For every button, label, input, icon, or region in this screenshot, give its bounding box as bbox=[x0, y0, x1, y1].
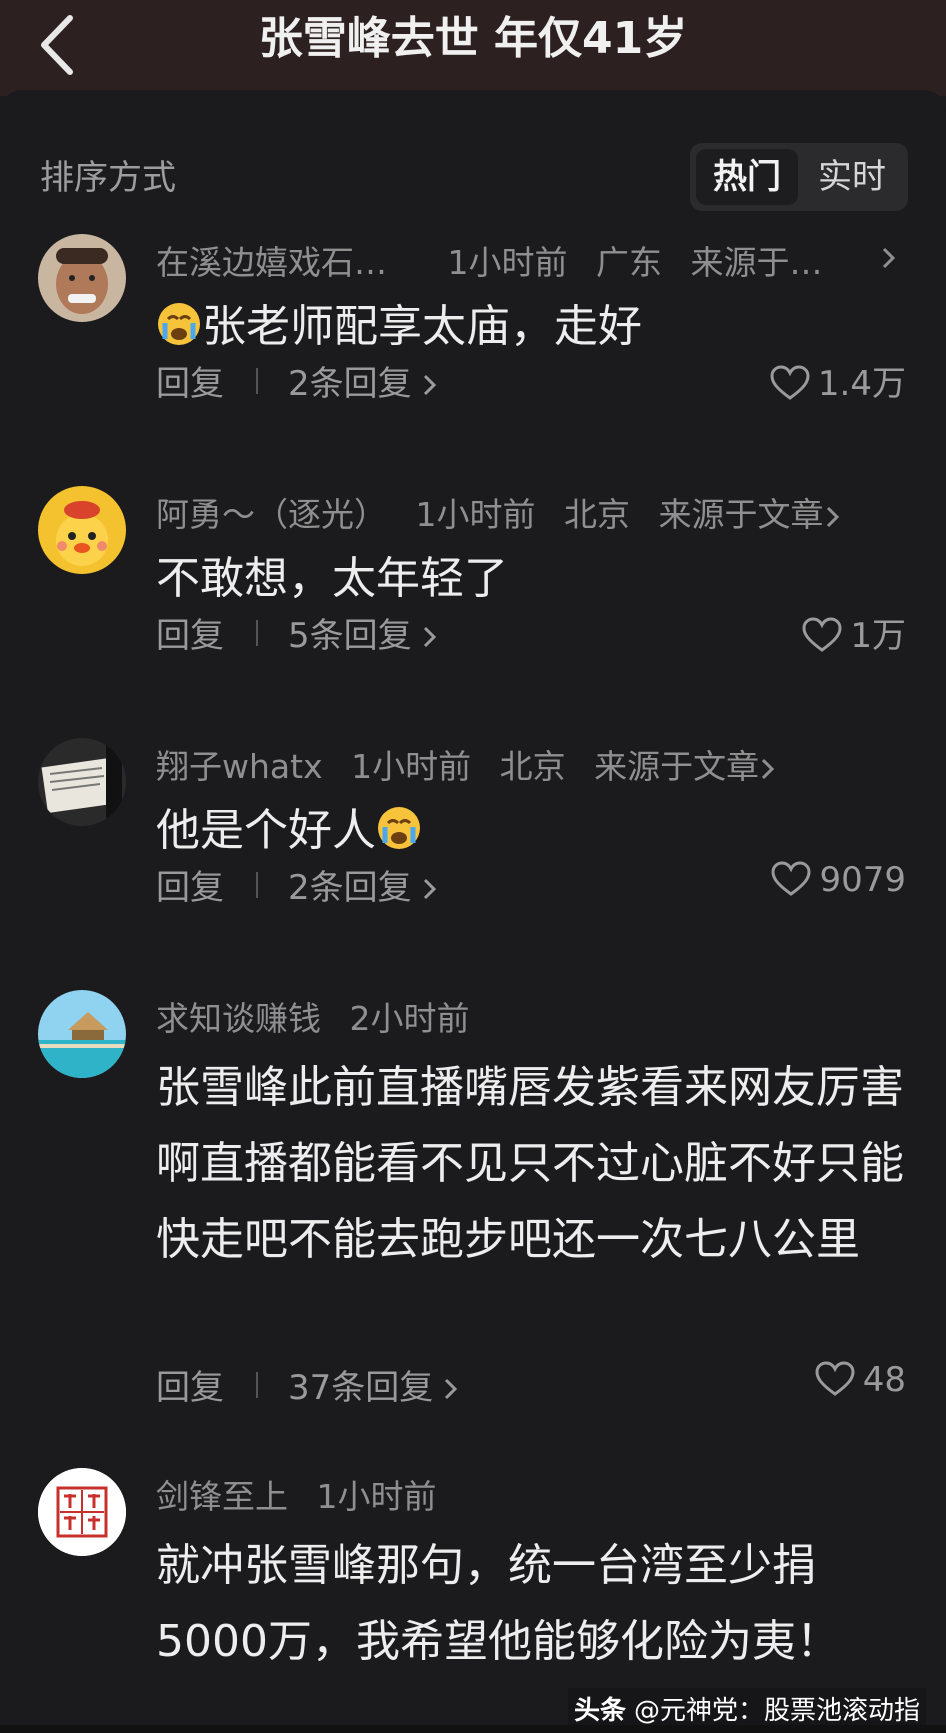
divider bbox=[256, 620, 258, 646]
replies-count: 2条回复 bbox=[288, 868, 412, 908]
heart-icon bbox=[815, 1361, 855, 1396]
replies-count: 2条回复 bbox=[288, 364, 412, 404]
comment-text-content: 他是个好人 bbox=[156, 805, 376, 856]
comment-meta: 翔子whatx 1小时前 北京 来源于文章 bbox=[156, 740, 900, 788]
comment-actions: 回复 2条回复 9079 bbox=[156, 860, 906, 910]
comment-time: 1小时前 bbox=[351, 747, 472, 786]
comment-text-content: 张老师配享太庙，走好 bbox=[202, 301, 642, 352]
avatar[interactable] bbox=[38, 1468, 126, 1556]
comment-username[interactable]: 翔子whatx bbox=[156, 747, 323, 786]
replies-count: 5条回复 bbox=[288, 616, 412, 656]
seal-logo bbox=[38, 1468, 126, 1556]
avatar[interactable] bbox=[38, 486, 126, 574]
replies-link[interactable]: 2条回复 bbox=[288, 356, 438, 405]
chevron-right-icon[interactable] bbox=[824, 505, 840, 529]
watermark-brand: 头条 bbox=[573, 1696, 626, 1726]
chevron-right-icon[interactable] bbox=[759, 757, 775, 781]
comment-text: 他是个好人 bbox=[156, 796, 916, 866]
comment-meta: 在溪边嬉戏石… 1小时前 广东 来源于… bbox=[156, 236, 900, 284]
chevron-right-icon bbox=[423, 374, 436, 396]
comment-location: 北京 bbox=[564, 495, 630, 534]
like-button[interactable]: 1.4万 bbox=[770, 356, 906, 405]
chevron-right-icon bbox=[423, 878, 436, 900]
comment-time: 1小时前 bbox=[415, 495, 536, 534]
page-title: 张雪峰去世 年仅41岁 bbox=[258, 13, 688, 64]
reply-button[interactable]: 回复 bbox=[156, 608, 224, 657]
replies-link[interactable]: 5条回复 bbox=[288, 608, 438, 657]
comment-text: 不敢想，太年轻了 bbox=[156, 553, 508, 604]
comment-actions: 回复 2条回复 1.4万 bbox=[156, 356, 906, 406]
comment-meta: 求知谈赚钱 2小时前 bbox=[156, 992, 900, 1040]
chevron-right-icon[interactable] bbox=[880, 246, 896, 270]
crying-emoji-icon bbox=[378, 807, 420, 849]
divider bbox=[256, 872, 258, 898]
avatar[interactable] bbox=[38, 234, 126, 322]
heart-icon bbox=[771, 861, 811, 896]
heart-icon bbox=[770, 365, 810, 400]
avatar[interactable] bbox=[38, 990, 126, 1078]
like-button[interactable]: 48 bbox=[815, 1360, 906, 1400]
comment-text: 就冲张雪峰那句，统一台湾至少捐5000万，我希望他能够化险为夷！ bbox=[156, 1540, 840, 1667]
comment-time: 2小时前 bbox=[349, 999, 470, 1038]
avatar[interactable] bbox=[38, 738, 126, 826]
reply-button[interactable]: 回复 bbox=[156, 356, 224, 405]
comment-location: 北京 bbox=[499, 747, 566, 786]
like-button[interactable]: 9079 bbox=[771, 860, 906, 900]
comment-source[interactable]: 来源于文章 bbox=[594, 747, 759, 786]
comment-time: 1小时前 bbox=[316, 1477, 437, 1516]
comment-location: 广东 bbox=[596, 243, 662, 282]
comment-username[interactable]: 求知谈赚钱 bbox=[156, 999, 321, 1038]
like-count: 9079 bbox=[819, 860, 906, 900]
comment-actions: 回复 37条回复 48 bbox=[156, 1360, 906, 1410]
divider bbox=[256, 1372, 258, 1398]
sort-realtime-tab[interactable]: 实时 bbox=[802, 149, 902, 205]
sort-toggle: 热门 实时 bbox=[690, 143, 908, 211]
watermark: 头条 @元神党：股票池滚动指 bbox=[567, 1688, 926, 1729]
like-count: 1万 bbox=[850, 616, 906, 656]
reply-button[interactable]: 回复 bbox=[156, 860, 224, 909]
like-count: 1.4万 bbox=[817, 364, 906, 404]
heart-icon bbox=[802, 617, 842, 652]
sort-label: 排序方式 bbox=[40, 158, 176, 198]
reply-button[interactable]: 回复 bbox=[156, 1360, 224, 1409]
chevron-right-icon bbox=[423, 626, 436, 648]
replies-count: 37条回复 bbox=[288, 1368, 434, 1408]
top-bar: 张雪峰去世 年仅41岁 bbox=[0, 0, 946, 96]
comment-meta: 阿勇～（逐光） 1小时前 北京 来源于文章 bbox=[156, 488, 900, 536]
comment-time: 1小时前 bbox=[447, 243, 568, 282]
comment-meta: 剑锋至上 1小时前 bbox=[156, 1470, 900, 1518]
comment-source[interactable]: 来源于文章 bbox=[659, 495, 824, 534]
like-button[interactable]: 1万 bbox=[802, 608, 906, 657]
replies-link[interactable]: 2条回复 bbox=[288, 860, 438, 909]
divider bbox=[256, 368, 258, 394]
comment-username[interactable]: 在溪边嬉戏石… bbox=[156, 243, 387, 282]
comment-username[interactable]: 剑锋至上 bbox=[156, 1477, 288, 1516]
replies-link[interactable]: 37条回复 bbox=[288, 1360, 459, 1409]
watermark-handle: @元神党：股票池滚动指 bbox=[633, 1696, 920, 1726]
chevron-right-icon bbox=[445, 1378, 458, 1400]
like-count: 48 bbox=[862, 1360, 906, 1400]
crying-emoji-icon bbox=[158, 303, 200, 345]
comment-text: 张老师配享太庙，走好 bbox=[156, 292, 916, 362]
comment-source[interactable]: 来源于… bbox=[691, 243, 823, 282]
bottom-bar bbox=[0, 1725, 946, 1733]
sort-hot-tab[interactable]: 热门 bbox=[696, 149, 798, 205]
comment-username[interactable]: 阿勇～（逐光） bbox=[156, 495, 387, 534]
comment-text: 张雪峰此前直播嘴唇发紫看来网友厉害啊直播都能看不见只不过心脏不好只能快走吧不能去… bbox=[156, 1062, 904, 1265]
comment-actions: 回复 5条回复 1万 bbox=[156, 608, 906, 658]
